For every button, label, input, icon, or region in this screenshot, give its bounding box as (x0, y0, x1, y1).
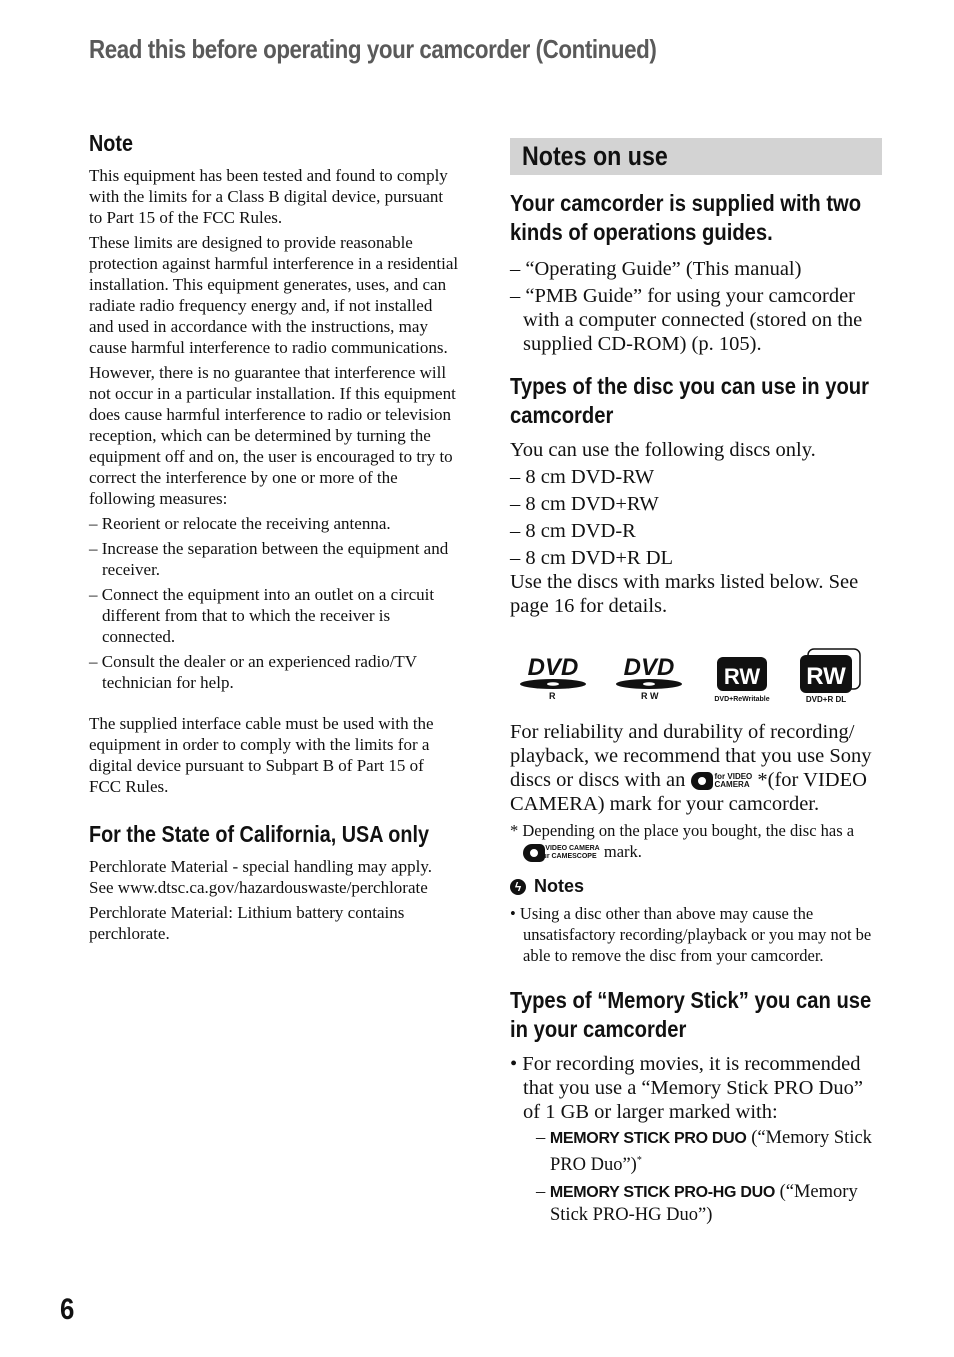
footnote: * Depending on the place you bought, the… (510, 820, 882, 863)
dvd-rw-logo-icon: DVD R W (614, 651, 684, 708)
dvd-plus-rw-main: RW (724, 664, 760, 689)
guide-item: – “PMB Guide” for using your camcorder w… (510, 285, 863, 355)
footnote-star: * (510, 821, 519, 840)
mark-line-2: pour CAMESCOPE (534, 853, 597, 861)
note-item: • Using a disc other than above may caus… (510, 904, 872, 966)
footnote-marker: * (636, 1155, 642, 1167)
memory-stick-heading: Types of “Memory Stick” you can use in y… (510, 987, 872, 1043)
video-camera-camescope-mark: for VIDEO CAMERA pour CAMESCOPE (523, 844, 600, 863)
california-paragraph: Perchlorate Material: Lithium battery co… (89, 903, 405, 943)
page-header: Read this before operating your camcorde… (89, 34, 657, 64)
memory-stick-pro-hg-duo-logo: MEMORY STICK PRO-HG DUO (549, 1184, 775, 1202)
notes-header: ϟ Notes (510, 876, 882, 897)
measure-item: – Connect the equipment into an outlet o… (89, 585, 435, 646)
cable-paragraph: The supplied interface cable must be use… (89, 714, 434, 796)
dvd-plus-rw-sub: DVD+ReWritable (714, 696, 769, 703)
caution-icon: ϟ (510, 878, 526, 895)
dvd-plus-rw-logo-icon: RW DVD+ReWritable (708, 655, 778, 708)
reliability-paragraph: For reliability and durability of record… (510, 720, 882, 816)
dvd-plus-r-dl-logo-icon: RW DVD+R DL (794, 647, 864, 708)
disc-item: – 8 cm DVD+R DL (510, 547, 674, 569)
note-paragraph: However, there is no guarantee that inte… (89, 363, 456, 508)
memory-stick-type-item: – MEMORY STICK PRO DUO (“Memory Stick PR… (536, 1128, 872, 1176)
disc-list: – 8 cm DVD-RW – 8 cm DVD+RW – 8 cm DVD-R… (510, 465, 882, 570)
disc-item: – 8 cm DVD+RW (510, 493, 659, 515)
right-column: Notes on use Your camcorder is supplied … (510, 138, 882, 1231)
mark-line-2: CAMERA (714, 780, 750, 790)
disc-outro: Use the discs with marks listed below. S… (510, 571, 859, 617)
guides-list: – “Operating Guide” (This manual) – “PMB… (510, 257, 882, 356)
disc-camera-icon (523, 844, 545, 863)
dvd-plus-r-dl-main: RW (806, 663, 846, 690)
california-heading: For the State of California, USA only (89, 821, 429, 847)
disc-intro: You can use the following discs only. (510, 439, 816, 461)
section-title: Notes on use (522, 141, 668, 171)
footnote-text-after: mark. (603, 842, 642, 861)
note-paragraph: This equipment has been tested and found… (89, 166, 448, 227)
left-column: Note This equipment has been tested and … (89, 130, 459, 948)
footnote-text: Depending on the place you bought, the d… (522, 821, 855, 840)
dvd-r-main: DVD (528, 654, 579, 681)
page-number: 6 (60, 1293, 75, 1326)
memory-stick-pro-duo-logo: MEMORY STICK PRO DUO (549, 1130, 747, 1148)
guides-heading: Your camcorder is supplied with two kind… (510, 190, 862, 245)
measures-list: – Reorient or relocate the receiving ant… (89, 513, 459, 693)
dvd-r-logo-icon: DVD R (518, 651, 588, 708)
mark-line-1: for VIDEO CAMERA (534, 845, 600, 853)
memory-stick-type-item: – MEMORY STICK PRO-HG DUO (“Memory Stick… (536, 1182, 858, 1226)
memory-stick-types: – MEMORY STICK PRO DUO (“Memory Stick PR… (536, 1127, 882, 1226)
notes-label: Notes (534, 876, 585, 897)
memory-stick-list: • For recording movies, it is recommende… (510, 1052, 882, 1124)
section-banner: Notes on use (510, 138, 882, 175)
dvd-plus-r-dl-sub: DVD+R DL (806, 695, 846, 703)
note-heading: Note (89, 130, 133, 156)
disc-logos: DVD R DVD R W RW DVD+ReWritable RW DVD+R… (510, 648, 882, 708)
disc-camera-icon (690, 772, 713, 791)
measure-item: – Consult the dealer or an experienced r… (89, 652, 417, 692)
video-camera-mark: for VIDEO CAMERA (690, 772, 752, 791)
dvd-rw-sub: R W (641, 691, 659, 701)
disc-item: – 8 cm DVD-R (510, 520, 636, 542)
notes-list: • Using a disc other than above may caus… (510, 903, 882, 966)
dvd-rw-main: DVD (624, 654, 675, 681)
measure-item: – Increase the separation between the eq… (89, 539, 449, 579)
california-paragraph: Perchlorate Material - special handling … (89, 857, 433, 897)
dvd-r-sub: R (549, 691, 556, 701)
note-paragraph: These limits are designed to provide rea… (89, 233, 459, 357)
memory-stick-bullet: • For recording movies, it is recommende… (510, 1053, 863, 1124)
disc-heading: Types of the disc you can use in your ca… (510, 373, 869, 428)
measure-item: – Reorient or relocate the receiving ant… (89, 514, 391, 533)
disc-item: – 8 cm DVD-RW (510, 466, 655, 488)
guide-item: – “Operating Guide” (This manual) (510, 258, 802, 280)
